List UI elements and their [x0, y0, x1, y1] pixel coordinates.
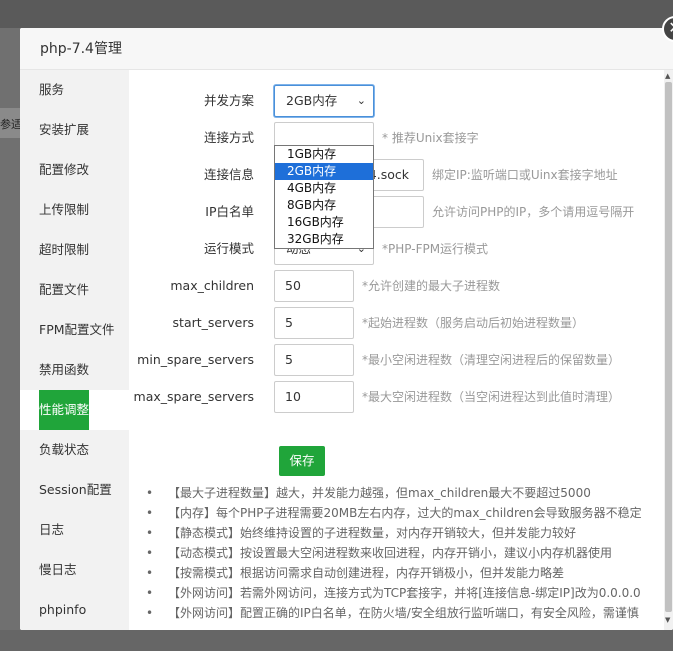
sidebar-item-label: FPM配置文件: [39, 322, 115, 337]
sidebar-item-log[interactable]: 日志: [20, 510, 129, 550]
sidebar-item-label: Session配置: [39, 482, 112, 497]
min-spare-servers-input[interactable]: 5: [274, 344, 354, 376]
sidebar-item-label: 服务: [39, 82, 65, 97]
php-manage-modal: php-7.4管理 服务 安装扩展 配置修改 上传限制 超时限制 配置文件 FP…: [20, 28, 673, 630]
run-mode-row: 运行模式 动态 ⌄ *PHP-FPM运行模式: [129, 233, 664, 265]
sidebar-item-label: 超时限制: [39, 242, 90, 257]
scroll-down-arrow-icon[interactable]: ▼: [665, 616, 670, 624]
sidebar: 服务 安装扩展 配置修改 上传限制 超时限制 配置文件 FPM配置文件 禁用函数…: [20, 70, 129, 630]
sidebar-item-upload-limit[interactable]: 上传限制: [20, 190, 129, 230]
conn-info-row: 连接信息 4.sock 绑定IP:监听端口或Uinx套接字地址: [129, 159, 664, 191]
dropdown-option-4gb[interactable]: 4GB内存: [275, 180, 373, 197]
scrollbar-thumb[interactable]: [665, 82, 672, 612]
list-item: • 【动态模式】按设置最大空闲进程数来收回进程，内存开销小，建议小内存机器使用: [146, 546, 613, 560]
dropdown-option-32gb[interactable]: 32GB内存: [275, 231, 373, 248]
sidebar-item-fpm-config-file[interactable]: FPM配置文件: [20, 310, 129, 350]
dropdown-option-16gb[interactable]: 16GB内存: [275, 214, 373, 231]
start-servers-hint: *起始进程数（服务启动后初始进程数量）: [362, 316, 585, 330]
start-servers-value: 5: [285, 315, 293, 330]
save-button[interactable]: 保存: [279, 446, 325, 476]
sidebar-item-label: 日志: [39, 522, 65, 537]
sidebar-item-label: 配置修改: [39, 162, 90, 177]
sidebar-item-config-edit[interactable]: 配置修改: [20, 150, 129, 190]
start-servers-input[interactable]: 5: [274, 307, 354, 339]
max-spare-servers-input[interactable]: 10: [274, 381, 354, 413]
concurrency-row: 并发方案 2GB内存 ⌄: [129, 85, 664, 117]
max-children-row: max_children 50 *允许创建的最大子进程数: [129, 270, 664, 302]
performance-tuning-panel: 并发方案 2GB内存 ⌄ 1GB内存 2GB内存 4GB内存 8GB内存 16G…: [129, 70, 664, 630]
max-children-input[interactable]: 50: [274, 270, 354, 302]
max-spare-servers-row: max_spare_servers 10 *最大空闲进程数（当空闲进程达到此值时…: [129, 381, 664, 413]
sidebar-item-service[interactable]: 服务: [20, 70, 129, 110]
sidebar-item-slow-log[interactable]: 慢日志: [20, 550, 129, 590]
start-servers-row: start_servers 5 *起始进程数（服务启动后初始进程数量）: [129, 307, 664, 339]
chevron-down-icon: ⌄: [356, 94, 366, 107]
concurrency-select-value: 2GB内存: [286, 93, 338, 108]
conn-mode-label: 连接方式: [203, 130, 254, 145]
list-item: • 【静态模式】始终维持设置的子进程数量，对内存开销较大，但并发能力较好: [146, 526, 577, 540]
min-spare-servers-value: 5: [285, 352, 293, 367]
run-mode-label: 运行模式: [203, 241, 254, 256]
dropdown-option-1gb[interactable]: 1GB内存: [275, 146, 373, 163]
sidebar-item-label: 安装扩展: [39, 122, 90, 137]
max-children-hint: *允许创建的最大子进程数: [362, 279, 501, 293]
vertical-scrollbar[interactable]: ▲ ▼: [664, 70, 673, 630]
max-children-label: max_children: [170, 278, 254, 293]
sidebar-item-install-extensions[interactable]: 安装扩展: [20, 110, 129, 150]
list-item: • 【按需模式】根据访问需求自动创建进程，内存开销极小，但并发能力略差: [146, 566, 565, 580]
sidebar-item-session-config[interactable]: Session配置: [20, 470, 129, 510]
conn-info-label: 连接信息: [203, 167, 254, 182]
background-overlay-top: [0, 0, 673, 28]
min-spare-servers-label: min_spare_servers: [137, 352, 254, 367]
sidebar-item-label: 上传限制: [39, 202, 90, 217]
max-spare-servers-label: max_spare_servers: [133, 389, 254, 404]
conn-info-hint: 绑定IP:监听端口或Uinx套接字地址: [432, 168, 618, 182]
ip-whitelist-hint: 允许访问PHP的IP，多个请用逗号隔开: [432, 205, 635, 219]
conn-mode-hint: * 推荐Unix套接字: [382, 131, 479, 145]
sidebar-item-label: phpinfo: [39, 602, 87, 617]
sidebar-item-performance-tuning[interactable]: 性能调整: [20, 390, 129, 430]
sidebar-item-label: 禁用函数: [39, 362, 90, 377]
list-item: • 【最大子进程数量】越大，并发能力越强，但max_children最大不要超过5…: [146, 486, 591, 500]
dropdown-option-8gb[interactable]: 8GB内存: [275, 197, 373, 214]
sidebar-item-disabled-functions[interactable]: 禁用函数: [20, 350, 129, 390]
sidebar-item-label: 性能调整: [39, 390, 90, 430]
concurrency-dropdown: 1GB内存 2GB内存 4GB内存 8GB内存 16GB内存 32GB内存: [274, 145, 374, 249]
background-text-fragment: 参适: [0, 108, 20, 138]
sidebar-item-load-status[interactable]: 负载状态: [20, 430, 129, 470]
list-item: • 【内存】每个PHP子进程需要20MB左右内存，过大的max_children会…: [146, 506, 642, 520]
sidebar-item-label: 配置文件: [39, 282, 90, 297]
concurrency-label: 并发方案: [203, 93, 254, 108]
ip-whitelist-label: IP白名单: [205, 204, 254, 219]
conn-mode-row: 连接方式 * 推荐Unix套接字: [129, 122, 664, 154]
conn-info-value: 4.sock: [368, 167, 409, 182]
sidebar-item-phpinfo[interactable]: phpinfo: [20, 590, 129, 630]
list-item: • 【外网访问】若需外网访问，连接方式为TCP套接字，并将[连接信息-绑定IP]改…: [146, 586, 641, 600]
concurrency-select[interactable]: 2GB内存 ⌄: [274, 85, 374, 117]
max-spare-servers-value: 10: [285, 389, 301, 404]
scroll-up-arrow-icon[interactable]: ▲: [665, 72, 670, 80]
sidebar-item-timeout-limit[interactable]: 超时限制: [20, 230, 129, 270]
run-mode-hint: *PHP-FPM运行模式: [382, 242, 489, 256]
sidebar-item-config-file[interactable]: 配置文件: [20, 270, 129, 310]
background-overlay-bottom: [0, 630, 673, 651]
sidebar-item-label: 慢日志: [39, 562, 77, 577]
modal-title: php-7.4管理: [20, 28, 673, 70]
min-spare-servers-row: min_spare_servers 5 *最小空闲进程数（清理空闲进程后的保留数…: [129, 344, 664, 376]
ip-whitelist-row: IP白名单 允许访问PHP的IP，多个请用逗号隔开: [129, 196, 664, 228]
min-spare-servers-hint: *最小空闲进程数（清理空闲进程后的保留数量）: [362, 353, 621, 367]
start-servers-label: start_servers: [172, 315, 254, 330]
max-spare-servers-hint: *最大空闲进程数（当空闲进程达到此值时清理）: [362, 390, 621, 404]
notes-list: • 【最大子进程数量】越大，并发能力越强，但max_children最大不要超过5…: [144, 483, 664, 623]
dropdown-option-2gb[interactable]: 2GB内存: [275, 163, 373, 180]
max-children-value: 50: [285, 278, 301, 293]
list-item: • 【外网访问】配置正确的IP白名单，在防火墙/安全组放行监听端口，有安全风险，需…: [146, 606, 639, 620]
sidebar-item-label: 负载状态: [39, 442, 90, 457]
